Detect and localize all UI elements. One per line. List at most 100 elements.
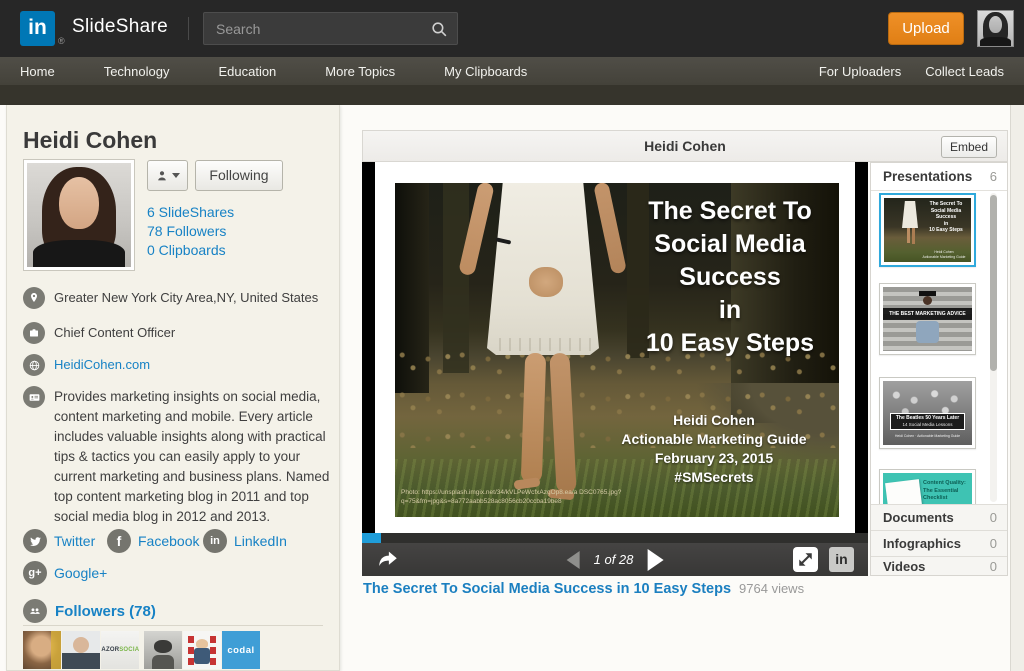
thumb-3-caption3: Heidi Cohen · Actionable Marketing Guide <box>890 434 965 438</box>
bio-row: Provides marketing insights on social me… <box>23 386 336 527</box>
woman-hands <box>529 267 563 297</box>
presentation-thumb-3[interactable]: The Beatles 50 Years Later 14 Social Med… <box>879 377 976 449</box>
deck-title-link[interactable]: The Secret To Social Media Success in 10… <box>363 581 731 597</box>
razorsocial-logo-text-2: SOCIAL <box>119 647 139 653</box>
nav-collect-leads[interactable]: Collect Leads <box>925 64 1004 79</box>
thumb-3-caption: The Beatles 50 Years Later <box>891 414 964 422</box>
row-videos[interactable]: Videos 0 <box>871 556 1007 575</box>
panel-scrollbar-thumb[interactable] <box>990 195 997 371</box>
main-nav: Home Technology Education More Topics My… <box>0 57 1024 85</box>
player-controls: 1 of 28 in <box>362 543 868 576</box>
razorsocial-logo-text-1: RAZOR <box>101 647 119 653</box>
facebook-link[interactable]: f Facebook <box>107 529 199 553</box>
thumb-4-caption: Content Quality: The Essential Checklist <box>923 480 969 503</box>
player-author-title: Heidi Cohen <box>363 131 1007 161</box>
profile-stats: 6 SlideShares 78 Followers 0 Clipboards <box>147 203 234 260</box>
location-text: Greater New York City Area,NY, United St… <box>54 287 332 309</box>
row-infographics[interactable]: Infographics 0 <box>871 530 1007 556</box>
nav-education[interactable]: Education <box>218 64 276 79</box>
account-avatar[interactable] <box>977 10 1014 47</box>
nav-my-clipboards[interactable]: My Clipboards <box>444 64 527 79</box>
followers-heading[interactable]: Followers (78) <box>23 599 156 623</box>
follower-avatar-5[interactable] <box>183 631 221 669</box>
stat-slideshares-link[interactable]: 6 SlideShares <box>147 203 234 222</box>
twitter-icon <box>23 529 47 553</box>
presentations-label: Presentations <box>883 169 972 184</box>
videos-count: 0 <box>990 559 997 574</box>
stat-clipboards-link[interactable]: 0 Clipboards <box>147 241 234 260</box>
location-pin-icon <box>23 287 45 309</box>
linkedin-player-logo[interactable]: in <box>829 547 854 572</box>
thumb-1-footer: Heidi Cohen Actionable Marketing Guide <box>919 250 969 259</box>
thumb-dress-shape <box>902 201 918 228</box>
follower-avatar-4[interactable] <box>144 631 182 669</box>
thumb-leg-shape <box>907 228 910 243</box>
woman-arm <box>593 183 627 275</box>
thumb-1-caption: The Secret To Social Media Success in 10… <box>923 201 969 234</box>
follower-avatar-codal[interactable]: codal <box>222 631 260 669</box>
share-icon[interactable] <box>376 549 400 570</box>
nav-right: For Uploaders Collect Leads <box>819 64 1004 79</box>
infographics-label: Infographics <box>883 536 961 551</box>
facebook-icon: f <box>107 529 131 553</box>
followers-divider <box>23 625 323 626</box>
account-avatar-portrait <box>978 11 1013 46</box>
googleplus-icon: g+ <box>23 561 47 585</box>
follower-avatar-1[interactable] <box>23 631 61 669</box>
twitter-label: Twitter <box>54 533 95 549</box>
player-progress-fill <box>362 533 381 543</box>
profile-name: Heidi Cohen <box>23 127 157 154</box>
linkedin-link[interactable]: in LinkedIn <box>203 529 287 553</box>
nav-more-topics[interactable]: More Topics <box>325 64 395 79</box>
nav-sub-strip <box>0 85 1024 105</box>
nav-technology[interactable]: Technology <box>104 64 170 79</box>
profile-photo[interactable] <box>23 159 135 271</box>
followers-heading-label: Followers (78) <box>55 603 156 620</box>
presentations-count: 6 <box>990 169 997 184</box>
thumb-leg-shape <box>912 228 915 244</box>
twitter-link[interactable]: Twitter <box>23 529 95 553</box>
page-navigation: 1 of 28 <box>567 543 664 576</box>
linkedin-icon: in <box>203 529 227 553</box>
avatar-pattern <box>188 636 194 643</box>
presentation-thumb-4[interactable]: Content Quality: The Essential Checklist <box>879 469 976 504</box>
documents-label: Documents <box>883 510 954 525</box>
website-link[interactable]: HeidiCohen.com <box>54 354 332 376</box>
briefcase-icon <box>23 322 45 344</box>
presentations-header[interactable]: Presentations 6 <box>871 163 1007 191</box>
follower-avatar-razorsocial[interactable]: RAZORSOCIAL <box>101 631 139 669</box>
stat-followers-link[interactable]: 78 Followers <box>147 222 234 241</box>
role-row: Chief Content Officer <box>23 322 332 344</box>
embed-button[interactable]: Embed <box>941 136 997 158</box>
googleplus-label: Google+ <box>54 565 107 581</box>
current-slide[interactable]: The Secret To Social Media Success in 10… <box>375 162 855 533</box>
googleplus-link[interactable]: g+ Google+ <box>23 561 107 585</box>
search-icon[interactable] <box>430 20 449 39</box>
player-progress-bar[interactable] <box>362 533 868 543</box>
fullscreen-button[interactable] <box>793 547 818 572</box>
upload-button[interactable]: Upload <box>888 12 964 45</box>
following-button[interactable]: Following <box>195 160 283 191</box>
search-input[interactable] <box>204 13 457 44</box>
presentation-thumb-list: The Secret To Social Media Success in 10… <box>871 191 1007 504</box>
brand-slideshare[interactable]: SlideShare <box>72 16 168 38</box>
presentation-thumb-1[interactable]: The Secret To Social Media Success in 10… <box>879 193 976 267</box>
role-text: Chief Content Officer <box>54 322 332 344</box>
slide-title-text: The Secret To Social Media Success in 10… <box>627 195 833 360</box>
linkedin-logo-icon[interactable]: in <box>20 11 55 46</box>
slide-player: The Secret To Social Media Success in 10… <box>362 162 868 533</box>
slideshare-profile-page: in ® SlideShare Upload Home Technology E… <box>0 0 1024 671</box>
follow-options-dropdown[interactable] <box>147 160 188 191</box>
nav-for-uploaders[interactable]: For Uploaders <box>819 64 901 79</box>
slide-photo-credit: Photo: https://unsplash.imgix.net/34/kVL… <box>401 488 711 506</box>
row-documents[interactable]: Documents 0 <box>871 504 1007 530</box>
nav-home[interactable]: Home <box>20 64 55 79</box>
thumb-person-head <box>923 296 932 305</box>
facebook-label: Facebook <box>138 533 199 549</box>
next-slide-button[interactable] <box>647 549 663 571</box>
previous-slide-button[interactable] <box>567 551 580 569</box>
presentation-thumb-2[interactable]: THE BEST MARKETING ADVICE <box>879 283 976 355</box>
follower-avatar-2[interactable] <box>62 631 100 669</box>
nav-left: Home Technology Education More Topics My… <box>20 64 527 79</box>
codal-logo-text: codal <box>227 645 254 656</box>
